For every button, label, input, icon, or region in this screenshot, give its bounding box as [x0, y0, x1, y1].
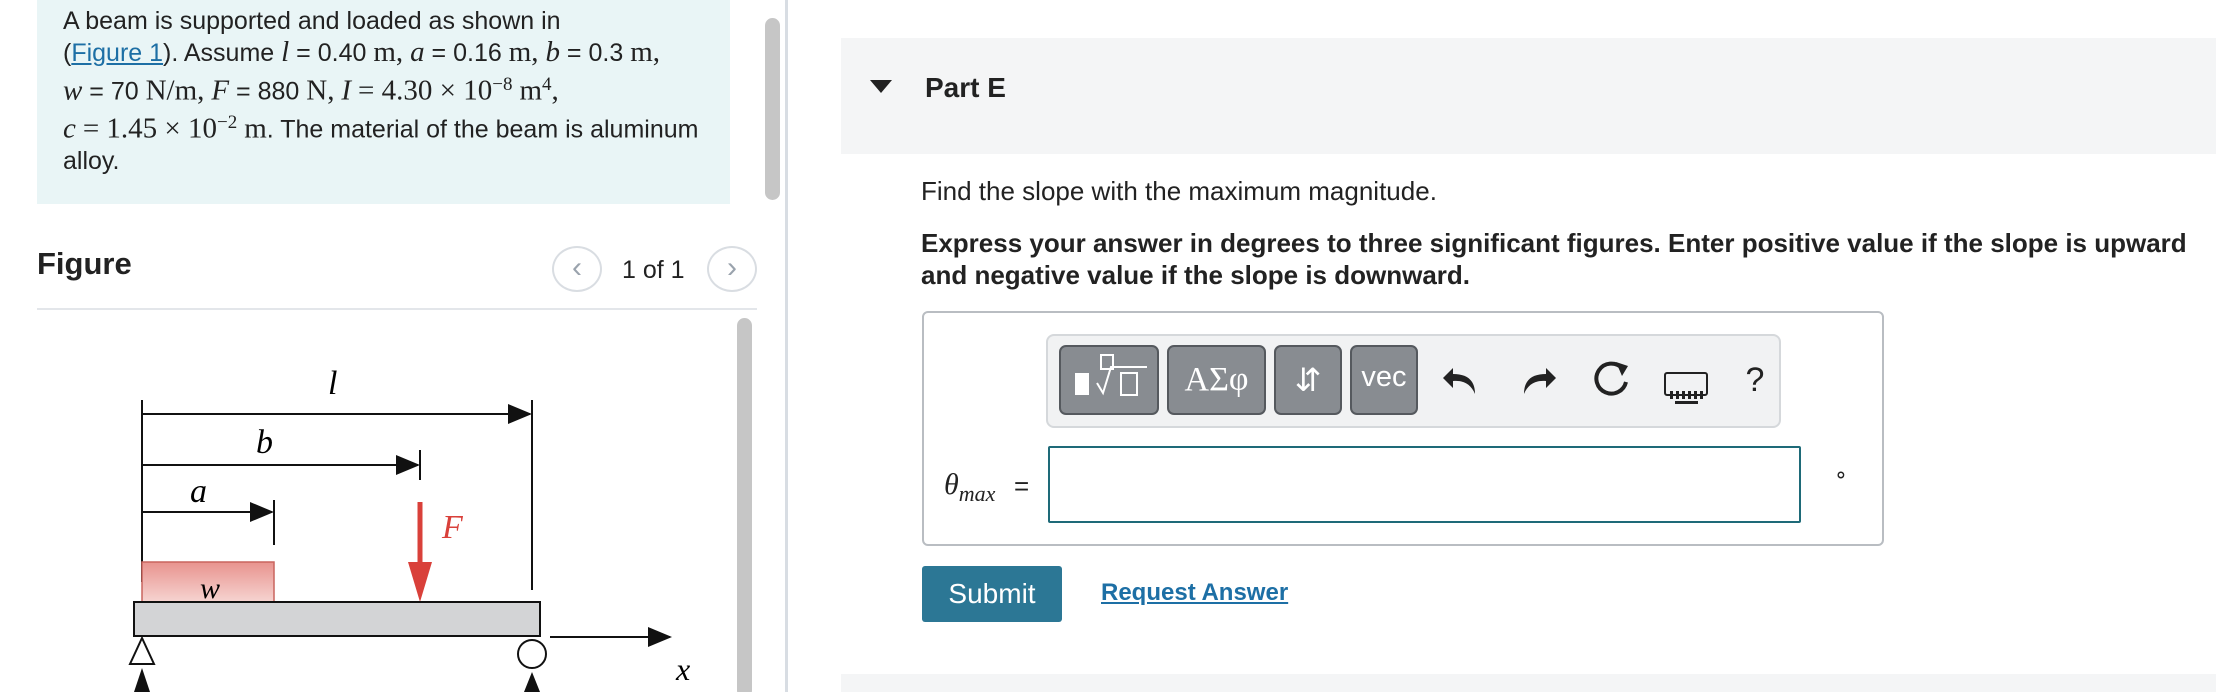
figure-scrollbar[interactable] — [737, 318, 752, 692]
label-F: F — [441, 509, 464, 546]
chevron-left-icon: ‹ — [572, 251, 582, 284]
var-w: w — [63, 74, 83, 107]
comma: , — [197, 74, 205, 107]
prev-figure-button[interactable]: ‹ — [552, 246, 602, 292]
theta-symbol: θ — [944, 468, 959, 501]
var-c: c — [63, 112, 76, 145]
figure-divider — [37, 308, 757, 310]
problem-intro: A beam is supported and loaded as shown … — [63, 7, 561, 35]
comma: , — [551, 74, 559, 107]
comma: , — [395, 36, 404, 68]
arrows-button[interactable]: ⇵ — [1274, 345, 1342, 415]
collapse-caret-icon[interactable] — [870, 80, 892, 93]
question-text: Find the slope with the maximum magnitud… — [921, 176, 1437, 206]
submit-button[interactable]: Submit — [922, 566, 1062, 622]
next-part-header[interactable] — [841, 674, 2216, 692]
keyboard-icon[interactable] — [1664, 372, 1708, 404]
var-F: F — [211, 74, 230, 107]
vector-button[interactable]: vec — [1350, 345, 1418, 415]
fraction-sqrt-icon — [1075, 354, 1147, 396]
val-b: = 0.3 — [566, 39, 624, 67]
greek-symbols-button[interactable]: ΑΣφ — [1167, 345, 1266, 415]
equals-sign: = — [1014, 471, 1030, 501]
unit-m: m — [244, 112, 267, 145]
roller-support — [517, 639, 547, 669]
unit-m: m — [630, 36, 653, 68]
help-icon[interactable]: ? — [1740, 358, 1770, 402]
chevron-right-icon: › — [727, 251, 737, 284]
unit-m: m — [373, 36, 396, 68]
figure-link[interactable]: Figure 1 — [71, 39, 163, 67]
left-panel: A beam is supported and loaded as shown … — [0, 0, 790, 692]
roller-reaction-arrow — [524, 672, 540, 692]
unit-m: m — [508, 36, 532, 68]
force-arrowhead — [408, 562, 432, 602]
beam-body — [133, 601, 541, 637]
var-l: l — [281, 36, 290, 68]
label-a: a — [190, 473, 207, 510]
figure-counter: 1 of 1 — [622, 256, 685, 284]
label-w: w — [200, 572, 220, 605]
next-figure-button[interactable]: › — [707, 246, 757, 292]
unit-n: N — [306, 74, 328, 107]
val-c: = 1.45 × 10 — [82, 112, 218, 145]
pin-support — [128, 635, 156, 665]
problem-assume: ). Assume — [163, 39, 275, 67]
val-I: = 4.30 × 10 — [358, 74, 493, 107]
unit-m4: m — [519, 74, 542, 107]
exp-I: −8 — [492, 74, 513, 95]
val-w: = 70 — [89, 77, 139, 106]
unit-nm: N/m — [145, 74, 198, 107]
degree-unit: ∘ — [1834, 462, 1848, 487]
reset-icon[interactable] — [1590, 358, 1634, 402]
request-answer-link[interactable]: Request Answer — [1101, 579, 1288, 607]
pin-reaction-arrow — [134, 668, 150, 692]
panel-divider[interactable] — [785, 0, 788, 692]
answer-variable-label: θmax — [944, 468, 995, 507]
theta-subscript: max — [958, 481, 996, 506]
val-a: = 0.16 — [431, 39, 502, 67]
var-b: b — [545, 36, 560, 68]
var-I: I — [341, 74, 352, 107]
templates-button[interactable] — [1059, 345, 1159, 415]
val-F: = 880 — [236, 77, 300, 106]
exp-c: −2 — [217, 112, 238, 134]
val-l: = 0.40 — [296, 39, 367, 67]
figure-title: Figure — [37, 246, 132, 281]
answer-input[interactable] — [1048, 446, 1801, 523]
comma: , — [652, 36, 660, 68]
var-a: a — [410, 36, 425, 68]
problem-statement: A beam is supported and loaded as shown … — [37, 0, 730, 204]
comma: , — [327, 74, 335, 107]
beam-figure: l b a w F x — [128, 365, 690, 692]
part-header[interactable] — [841, 38, 2216, 154]
label-l: l — [328, 365, 337, 402]
label-b: b — [256, 424, 273, 461]
redo-icon[interactable] — [1518, 358, 1558, 402]
part-title: Part E — [925, 72, 1006, 103]
undo-icon[interactable] — [1441, 358, 1481, 402]
label-x: x — [675, 651, 690, 687]
exp-4: 4 — [542, 74, 552, 95]
answer-instructions: Express your answer in degrees to three … — [921, 228, 2187, 290]
comma: , — [531, 36, 539, 68]
problem-scrollbar[interactable] — [765, 18, 780, 200]
